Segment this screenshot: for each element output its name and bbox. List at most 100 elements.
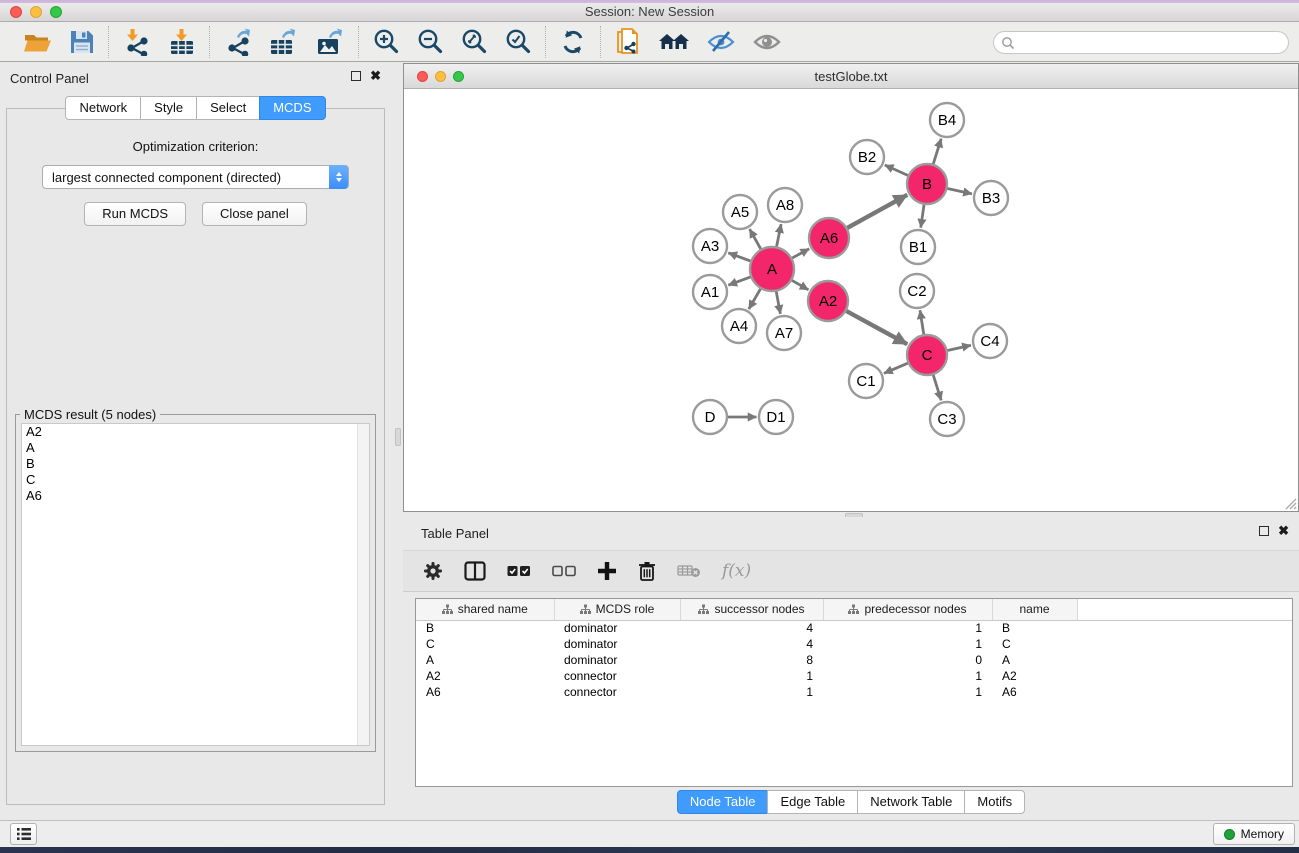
table-cell[interactable]: A6 [416, 684, 554, 700]
graph-edge[interactable] [932, 139, 941, 167]
result-scrollbar[interactable] [357, 424, 369, 745]
table-row[interactable]: Adominator80A [416, 652, 1292, 668]
table-cell[interactable]: connector [554, 684, 680, 700]
close-table-panel-icon[interactable]: ✖ [1278, 526, 1289, 536]
table-cell[interactable]: A [416, 652, 554, 668]
import-network-button[interactable] [122, 28, 152, 56]
hide-selected-button[interactable] [706, 29, 736, 55]
deselect-all-button[interactable] [552, 565, 576, 577]
table-cell[interactable]: 1 [823, 668, 992, 684]
mcds-result-item[interactable]: A [22, 440, 369, 456]
open-session-button[interactable] [23, 29, 53, 55]
graph-edge[interactable] [884, 362, 911, 373]
mcds-result-item[interactable]: A6 [22, 488, 369, 504]
close-panel-button[interactable]: Close panel [202, 202, 307, 226]
table-cell[interactable]: dominator [554, 620, 680, 636]
table-cell[interactable]: C [416, 636, 554, 652]
column-header[interactable]: predecessor nodes [823, 599, 992, 620]
criterion-dropdown[interactable]: largest connected component (directed) [42, 165, 349, 189]
graph-edge[interactable] [776, 224, 781, 249]
graph-edge[interactable] [776, 289, 781, 314]
table-row[interactable]: A6connector11A6 [416, 684, 1292, 700]
resize-grip-icon[interactable] [1284, 497, 1297, 510]
table-cell[interactable]: 1 [680, 684, 823, 700]
table-cell[interactable]: connector [554, 668, 680, 684]
graph-edge[interactable] [750, 229, 763, 252]
graph-edge[interactable] [749, 286, 762, 309]
table-cell[interactable]: dominator [554, 652, 680, 668]
first-neighbors-button[interactable] [658, 29, 690, 55]
graph-edge[interactable] [945, 188, 972, 194]
mcds-result-item[interactable]: B [22, 456, 369, 472]
search-field[interactable] [993, 31, 1289, 54]
tab-network-table[interactable]: Network Table [857, 790, 965, 814]
table-cell[interactable]: 0 [823, 652, 992, 668]
table-cell[interactable]: A2 [416, 668, 554, 684]
apply-layout-button[interactable] [559, 28, 587, 56]
network-canvas[interactable]: B4B2BB3B1A5A8A6A3AA1C2A2A4A7C4CC1C3DD1 [404, 89, 1298, 511]
delete-table-button[interactable] [677, 564, 701, 578]
float-panel-icon[interactable] [351, 71, 361, 81]
graph-edge[interactable] [728, 253, 753, 262]
table-cell[interactable]: A6 [992, 684, 1077, 700]
table-cell[interactable]: 1 [823, 620, 992, 636]
memory-button[interactable]: Memory [1213, 823, 1295, 845]
table-row[interactable]: A2connector11A2 [416, 668, 1292, 684]
tab-motifs[interactable]: Motifs [964, 790, 1025, 814]
table-row[interactable]: Cdominator41C [416, 636, 1292, 652]
mcds-result-item[interactable]: A2 [22, 424, 369, 440]
show-all-button[interactable] [752, 30, 782, 54]
add-column-button[interactable] [597, 561, 617, 581]
vertical-splitter-handle[interactable] [395, 428, 401, 446]
table-cell[interactable]: A2 [992, 668, 1077, 684]
tab-network[interactable]: Network [65, 96, 141, 120]
table-cell[interactable]: 8 [680, 652, 823, 668]
tab-style[interactable]: Style [140, 96, 197, 120]
graph-edge[interactable] [790, 249, 810, 260]
graph-edge[interactable] [845, 195, 908, 229]
close-panel-icon[interactable]: ✖ [370, 71, 381, 81]
mcds-result-item[interactable]: C [22, 472, 369, 488]
table-cell[interactable]: B [416, 620, 554, 636]
export-network-button[interactable] [223, 28, 253, 56]
delete-column-button[interactable] [638, 561, 656, 581]
graph-edge[interactable] [885, 165, 911, 177]
save-session-button[interactable] [69, 29, 95, 55]
function-builder-button[interactable]: f(x) [722, 561, 751, 581]
zoom-fit-button[interactable] [460, 28, 488, 56]
table-cell[interactable]: A [992, 652, 1077, 668]
table-cell[interactable]: C [992, 636, 1077, 652]
table-cell[interactable]: 4 [680, 636, 823, 652]
search-input[interactable] [1015, 36, 1288, 50]
table-row[interactable]: Bdominator41B [416, 620, 1292, 636]
graph-edge[interactable] [945, 345, 971, 351]
tab-node-table[interactable]: Node Table [677, 790, 769, 814]
export-table-button[interactable] [269, 28, 299, 56]
select-all-button[interactable] [507, 565, 531, 577]
task-history-button[interactable] [10, 823, 37, 845]
tab-edge-table[interactable]: Edge Table [767, 790, 858, 814]
graph-edge[interactable] [728, 276, 753, 285]
tab-select[interactable]: Select [196, 96, 260, 120]
table-cell[interactable]: dominator [554, 636, 680, 652]
export-image-button[interactable] [315, 28, 345, 56]
run-mcds-button[interactable]: Run MCDS [84, 202, 186, 226]
network-window-titlebar[interactable]: testGlobe.txt [404, 64, 1298, 89]
column-header[interactable]: successor nodes [680, 599, 823, 620]
table-cell[interactable]: 1 [680, 668, 823, 684]
column-header[interactable]: name [992, 599, 1077, 620]
mcds-result-list[interactable]: A2ABCA6 [21, 423, 370, 746]
zoom-selected-button[interactable] [504, 28, 532, 56]
table-cell[interactable]: 1 [823, 684, 992, 700]
zoom-in-button[interactable] [372, 28, 400, 56]
import-table-button[interactable] [168, 28, 196, 56]
clone-network-button[interactable] [614, 27, 642, 57]
float-table-panel-icon[interactable] [1259, 526, 1269, 536]
table-cell[interactable]: 4 [680, 620, 823, 636]
graph-edge[interactable] [844, 310, 907, 345]
column-header[interactable]: MCDS role [554, 599, 680, 620]
table-settings-button[interactable] [423, 561, 443, 581]
zoom-out-button[interactable] [416, 28, 444, 56]
table-cell[interactable]: 1 [823, 636, 992, 652]
split-columns-button[interactable] [464, 561, 486, 581]
